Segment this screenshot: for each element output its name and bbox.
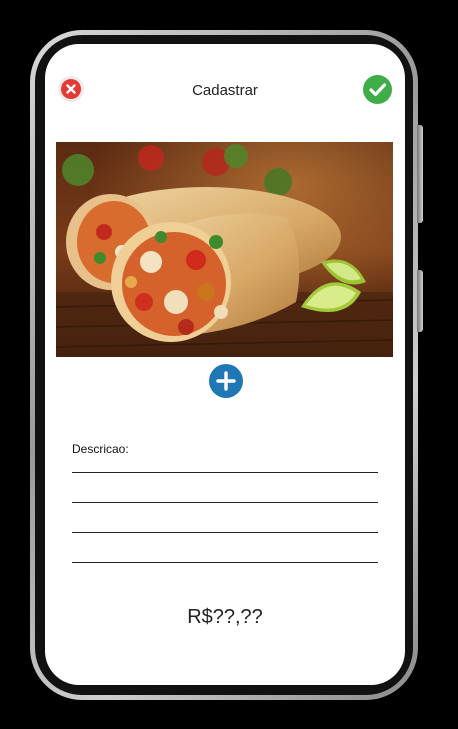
page-title: Cadastrar bbox=[192, 82, 258, 99]
plus-icon bbox=[216, 371, 236, 391]
power-button bbox=[417, 270, 423, 332]
volume-button bbox=[417, 125, 423, 223]
app-screen: Cadastrar Descricao: R$??,?? bbox=[45, 44, 405, 685]
description-line bbox=[72, 472, 378, 473]
description-field[interactable] bbox=[72, 454, 378, 574]
description-line bbox=[72, 502, 378, 503]
add-photo-button[interactable] bbox=[209, 364, 243, 398]
description-line bbox=[72, 532, 378, 533]
price-value: R$??,?? bbox=[187, 606, 263, 628]
food-photo bbox=[56, 142, 393, 357]
confirm-button[interactable] bbox=[363, 75, 392, 104]
check-icon bbox=[369, 83, 387, 97]
description-line bbox=[72, 562, 378, 563]
